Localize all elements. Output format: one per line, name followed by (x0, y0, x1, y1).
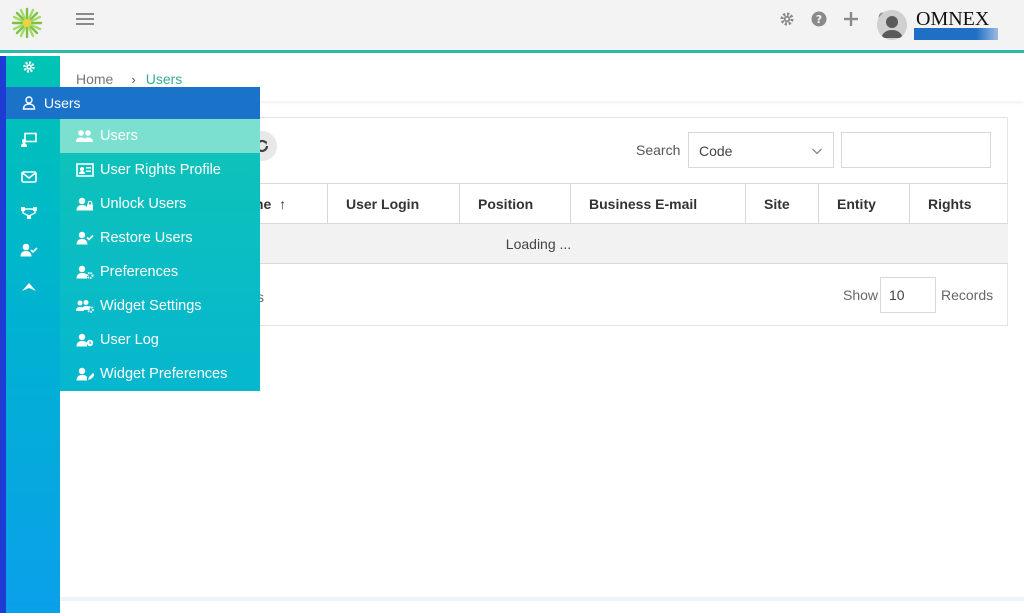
menu-item-users[interactable]: Users (60, 119, 260, 153)
column-header-name[interactable]: me ↑ (251, 184, 327, 224)
search-field-value: Code (699, 143, 733, 159)
users-menu-header[interactable]: Users (6, 87, 260, 119)
menu-item-widget-preferences[interactable]: Widget Preferences (60, 357, 260, 391)
loading-text: Loading ... (505, 235, 572, 252)
svg-text:?: ? (816, 13, 822, 26)
menu-item-user-log[interactable]: User Log (60, 323, 260, 357)
gear-icon[interactable] (778, 10, 796, 28)
user-clock-icon (76, 332, 94, 348)
column-header-business-email[interactable]: Business E-mail (570, 184, 745, 224)
mail-rail-icon[interactable] (20, 168, 38, 186)
menu-item-preferences[interactable]: Preferences (60, 255, 260, 289)
search-label: Search (636, 142, 681, 158)
user-avatar[interactable] (877, 10, 907, 40)
globe-icon (976, 28, 998, 40)
user-edit-icon (76, 366, 94, 382)
app-logo-icon[interactable] (10, 6, 44, 40)
users-menu-title: Users (44, 95, 81, 111)
users-icon (76, 128, 94, 144)
breadcrumb-home[interactable]: Home (76, 71, 113, 87)
bottom-divider (60, 597, 1024, 601)
paper-plane-rail-icon[interactable] (20, 278, 38, 296)
user-outline-icon (22, 95, 38, 111)
user-cog-icon (76, 264, 94, 280)
user-check-icon (76, 230, 94, 246)
left-rail (6, 56, 60, 613)
users-flyout-menu: Users User Rights Profile Unlock Users R… (60, 119, 260, 391)
brand-logo: OMNEX (914, 8, 1002, 40)
user-check-rail-icon[interactable] (20, 241, 38, 259)
column-header-entity[interactable]: Entity (818, 184, 909, 224)
menu-item-unlock-users[interactable]: Unlock Users (60, 187, 260, 221)
user-lock-icon (76, 196, 94, 212)
chevron-down-icon (812, 148, 822, 155)
top-bar: ? OMNEX (0, 0, 1024, 53)
users-cog-icon (76, 298, 94, 314)
plus-icon[interactable] (842, 10, 860, 28)
help-icon[interactable]: ? (810, 10, 828, 28)
show-label: Show (843, 287, 879, 303)
page-size-input[interactable] (880, 277, 936, 313)
hamburger-menu-icon[interactable] (76, 10, 94, 28)
menu-item-user-rights-profile[interactable]: User Rights Profile (60, 153, 260, 187)
column-header-rights[interactable]: Rights (909, 184, 1008, 224)
breadcrumb-separator: › (131, 71, 136, 87)
presentation-rail-icon[interactable] (20, 131, 38, 149)
records-label: Records (941, 287, 994, 303)
settings-rail-icon[interactable] (20, 58, 38, 76)
column-header-user-login[interactable]: User Login (327, 184, 459, 224)
menu-item-restore-users[interactable]: Restore Users (60, 221, 260, 255)
sort-up-icon: ↑ (279, 196, 287, 212)
id-card-icon (76, 162, 94, 178)
column-header-position[interactable]: Position (459, 184, 570, 224)
search-input[interactable] (841, 132, 991, 168)
breadcrumb-current: Users (145, 71, 183, 87)
menu-item-widget-settings[interactable]: Widget Settings (60, 289, 260, 323)
column-header-site[interactable]: Site (745, 184, 818, 224)
hierarchy-rail-icon[interactable] (20, 204, 38, 222)
search-field-select[interactable]: Code (688, 132, 834, 168)
